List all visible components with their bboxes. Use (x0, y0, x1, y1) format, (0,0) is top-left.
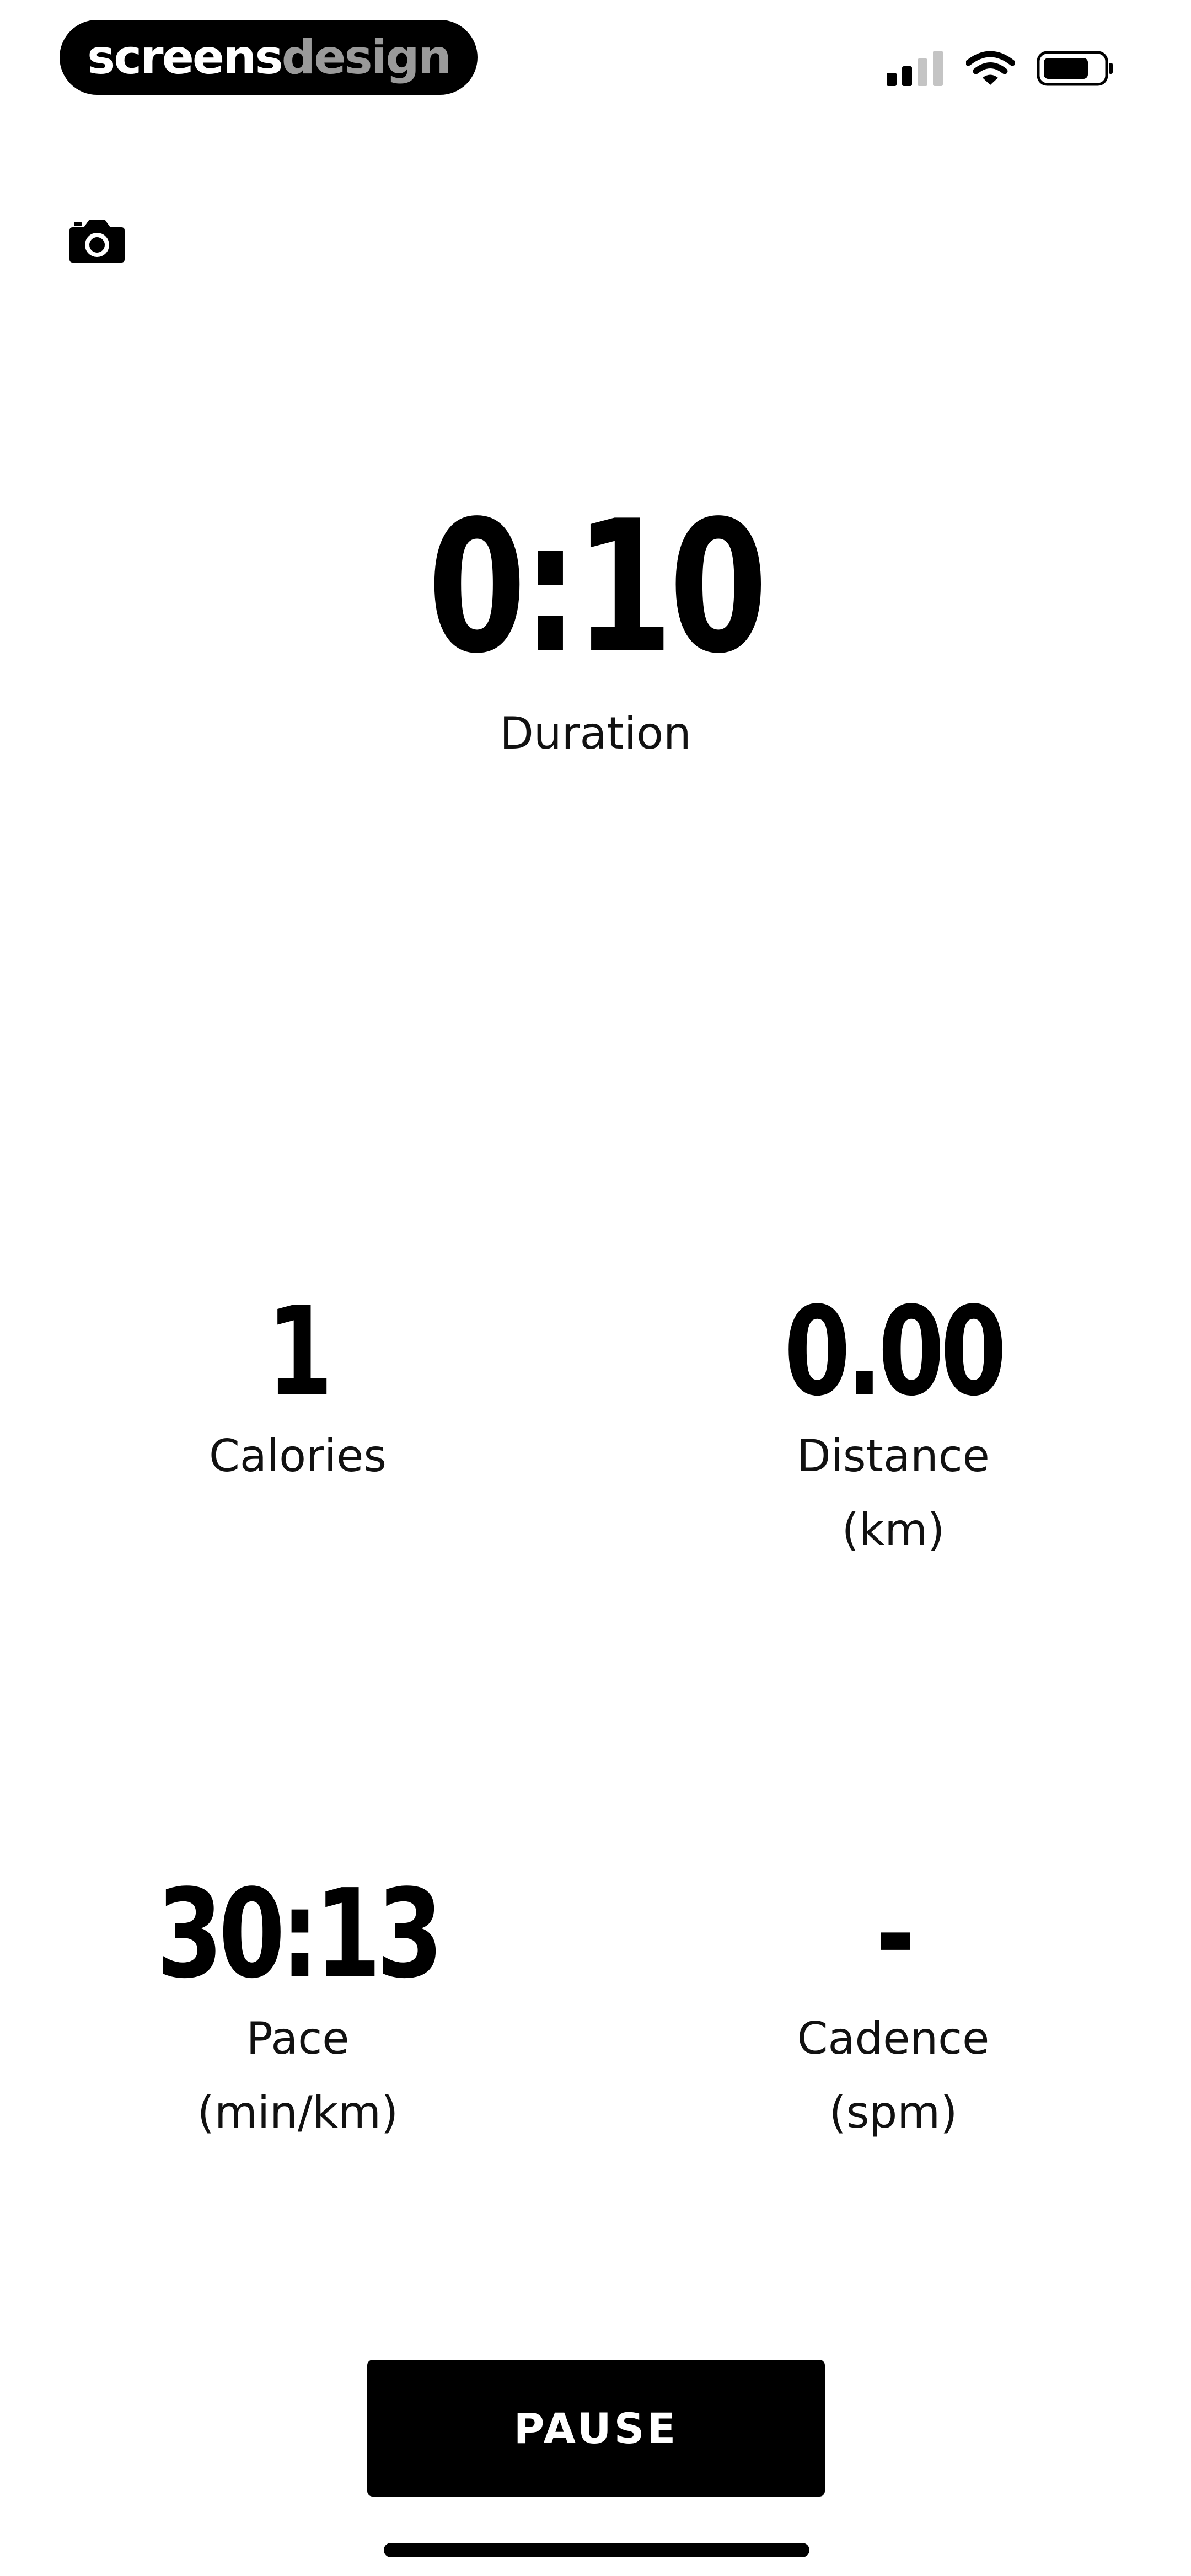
home-indicator[interactable] (384, 2543, 809, 2557)
metric-pace: 30:13 Pace (min/km) (50, 1873, 546, 2144)
brand-text-design: design (281, 30, 452, 85)
duration-label: Duration (500, 708, 691, 759)
metric-duration: 0:10 Duration (347, 496, 844, 765)
cellular-signal-icon (887, 51, 943, 86)
pace-label: Pace (246, 2013, 350, 2064)
camera-icon[interactable] (68, 216, 126, 264)
metric-calories: 1 Calories (50, 1291, 546, 1487)
metric-cadence: - Cadence (spm) (645, 1873, 1141, 2144)
pace-value: 30:13 (156, 1863, 443, 2006)
status-icons (887, 46, 1114, 90)
brand-pill: screens design (60, 20, 478, 95)
distance-unit: (km) (841, 1504, 945, 1556)
cadence-unit: (spm) (829, 2087, 958, 2138)
brand-text-screens: screens (87, 30, 283, 85)
calories-value: 1 (266, 1281, 333, 1423)
duration-value: 0:10 (427, 482, 768, 693)
metric-distance: 0.00 Distance (km) (645, 1291, 1141, 1561)
cadence-value: - (875, 1863, 915, 2006)
cadence-label: Cadence (797, 2013, 990, 2064)
distance-value: 0.00 (784, 1281, 1007, 1423)
pace-unit: (min/km) (197, 2087, 399, 2138)
calories-label: Calories (208, 1430, 387, 1482)
wifi-icon (966, 51, 1015, 85)
battery-icon (1037, 51, 1113, 86)
distance-label: Distance (797, 1430, 990, 1482)
pause-button[interactable]: PAUSE (367, 2360, 825, 2497)
